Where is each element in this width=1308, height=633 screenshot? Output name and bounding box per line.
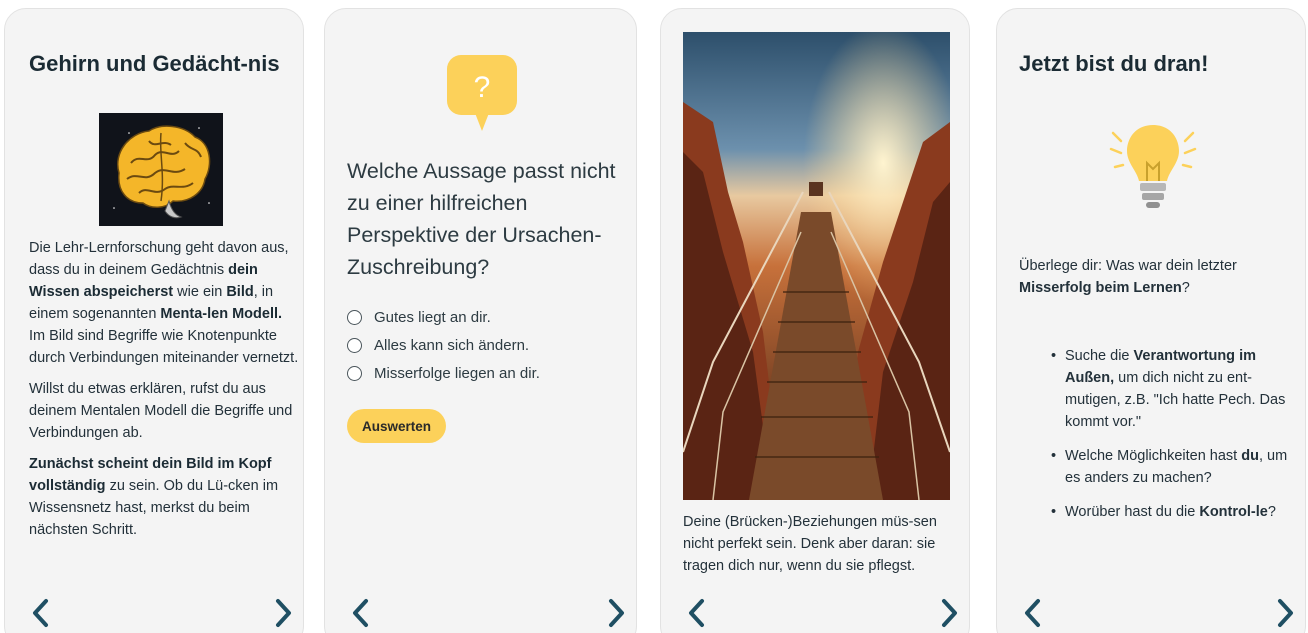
chevron-right-icon — [942, 599, 957, 627]
card-bridge: Deine (Brücken-)Beziehungen müs-sen nich… — [660, 8, 970, 633]
prompt-text: Überlege dir: Was war dein letzter Misse… — [1019, 258, 1237, 296]
answer-options: Gutes liegt an dir. Alles kann sich ände… — [347, 303, 540, 387]
next-button[interactable] — [1269, 593, 1301, 633]
list-item: Suche die Verantwortung im Außen, um dic… — [1049, 345, 1289, 433]
evaluate-button[interactable]: Auswerten — [347, 409, 447, 443]
chevron-right-icon — [1278, 599, 1293, 627]
radio-button[interactable] — [347, 309, 362, 325]
chevron-right-icon — [276, 599, 291, 627]
quiz-question: Welche Aussage passt nicht zu einer hilf… — [347, 159, 616, 279]
answer-option[interactable]: Alles kann sich ändern. — [347, 331, 540, 359]
card-title: Jetzt bist du dran! — [1019, 51, 1209, 76]
paragraph: Zunächst scheint dein Bild im Kopf volls… — [29, 456, 279, 538]
prev-button[interactable] — [25, 593, 57, 633]
brain-illustration — [99, 113, 223, 226]
prev-button[interactable] — [1017, 593, 1049, 633]
answer-option[interactable]: Misserfolge liegen an dir. — [347, 359, 540, 387]
card-body-text: Die Lehr-Lernforschung geht davon aus, d… — [29, 237, 299, 550]
next-button[interactable] — [267, 593, 299, 633]
answer-option[interactable]: Gutes liegt an dir. — [347, 303, 540, 331]
bridge-canyon-photo — [683, 32, 950, 500]
chevron-right-icon — [609, 599, 624, 627]
next-button[interactable] — [933, 593, 965, 633]
prev-button[interactable] — [345, 593, 377, 633]
card-body-text: Deine (Brücken-)Beziehungen müs-sen nich… — [683, 514, 937, 574]
next-button[interactable] — [600, 593, 632, 633]
radio-button[interactable] — [347, 337, 362, 353]
chevron-left-icon — [689, 599, 704, 627]
bullet-list: Suche die Verantwortung im Außen, um dic… — [1049, 345, 1289, 535]
chevron-left-icon — [353, 599, 368, 627]
list-item: Welche Möglichkeiten hast du, um es ande… — [1049, 445, 1289, 489]
card-brain-memory: Gehirn und Gedächt-nis Die Lehr-Lernfors… — [4, 8, 304, 633]
question-bubble-icon: ? — [447, 55, 517, 131]
chevron-left-icon — [33, 599, 48, 627]
paragraph: Willst du etwas erklären, rufst du aus d… — [29, 381, 293, 441]
prev-button[interactable] — [681, 593, 713, 633]
lightbulb-icon — [1109, 125, 1197, 208]
list-item: Worüber hast du die Kontrol-le? — [1049, 501, 1289, 523]
svg-text:?: ? — [474, 71, 491, 104]
chevron-left-icon — [1025, 599, 1040, 627]
card-quiz: ? Welche Aussage passt nicht zu einer hi… — [324, 8, 637, 633]
card-title: Gehirn und Gedächt-nis — [29, 51, 280, 76]
card-your-turn: Jetzt bist du dran! Überlege dir: Was wa… — [996, 8, 1306, 633]
paragraph: Die Lehr-Lernforschung geht davon aus, d… — [29, 240, 299, 366]
radio-button[interactable] — [347, 365, 362, 381]
